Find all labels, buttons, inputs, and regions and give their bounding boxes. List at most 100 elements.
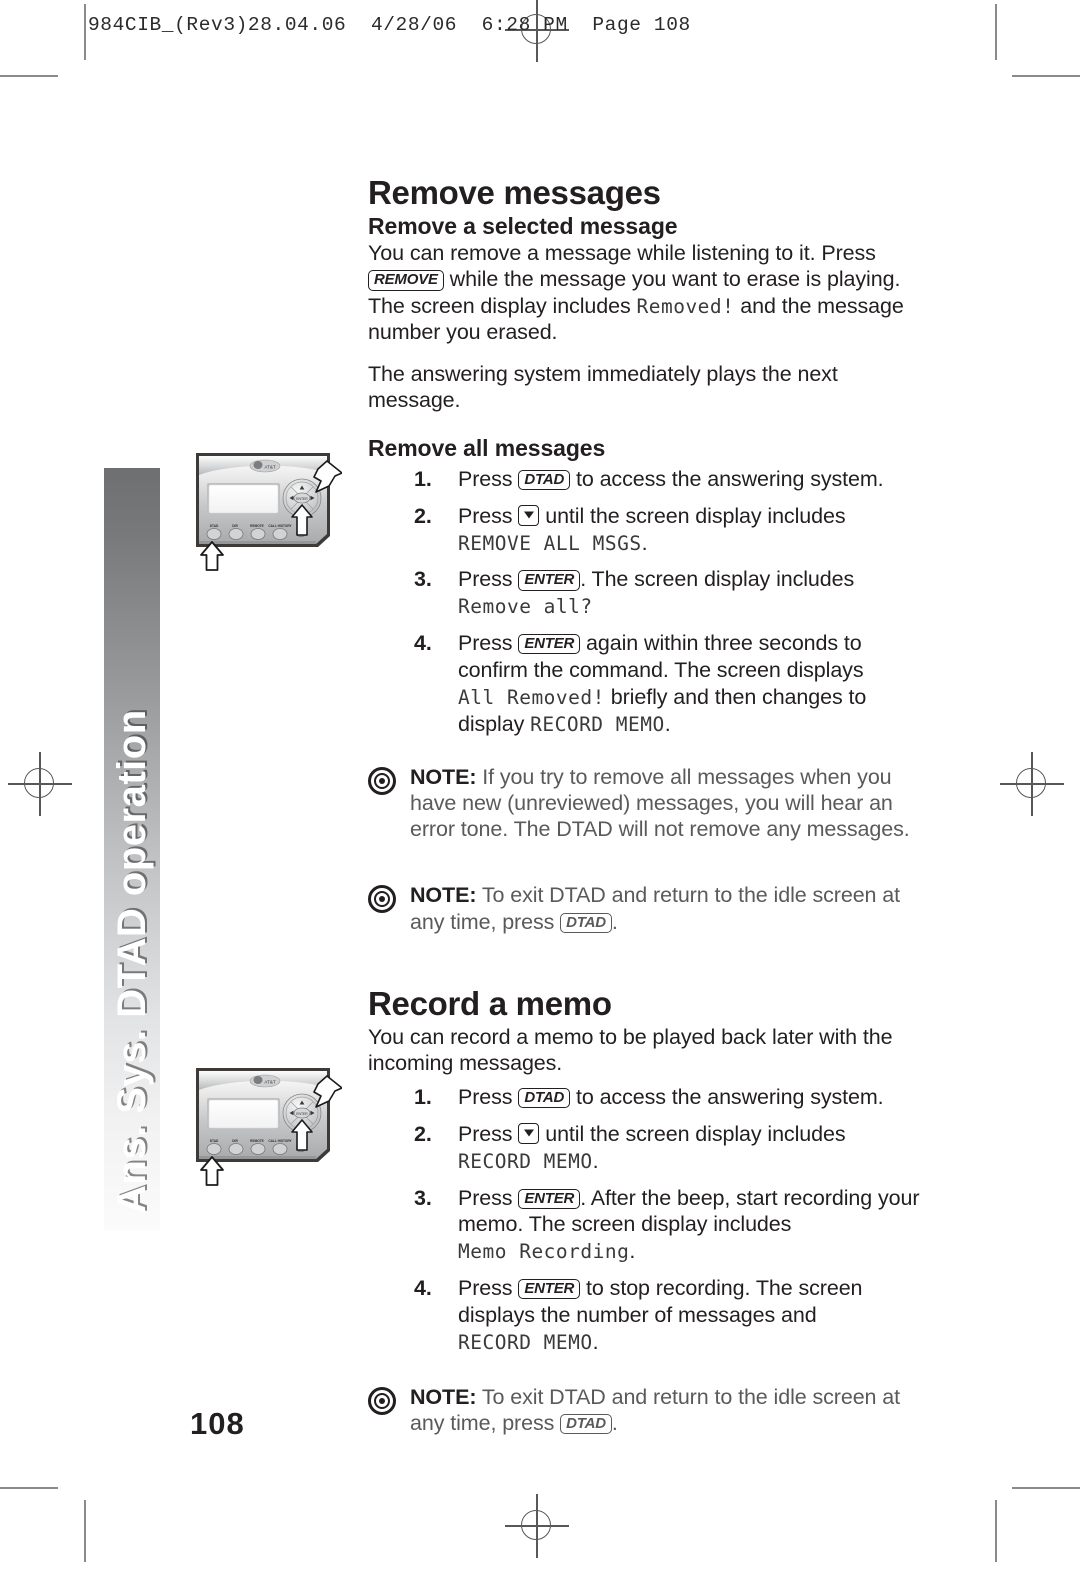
text-fragment: . xyxy=(664,711,671,736)
registration-mark-circle xyxy=(521,1510,551,1540)
key-dtad: DTAD xyxy=(518,1087,571,1109)
key-enter: ENTER xyxy=(518,570,581,591)
registration-mark-right xyxy=(1000,752,1064,816)
list-item: 4. Press ENTER again within three seconds… xyxy=(368,630,920,738)
note-bullseye-icon xyxy=(368,766,396,795)
registration-mark-bottom xyxy=(505,1494,569,1558)
lcd-text-remove-all-prompt: Remove all? xyxy=(458,595,593,619)
note-text: . xyxy=(611,909,618,934)
key-enter: ENTER xyxy=(518,634,581,655)
trim-line-bottom-right-horizontal xyxy=(1012,1487,1080,1489)
text-fragment: Press xyxy=(458,466,519,491)
svg-text:REMOTE: REMOTE xyxy=(250,1139,264,1143)
list-item: 2. Press until the screen display include… xyxy=(368,503,920,557)
registration-mark-circle xyxy=(1016,768,1046,798)
note-bullseye-icon xyxy=(368,885,396,914)
text-fragment: . The screen display includes xyxy=(580,567,855,592)
list-item: 2. Press until the screen display include… xyxy=(368,1121,920,1175)
text-fragment: until the screen display includes xyxy=(539,1121,846,1146)
text-fragment: Press xyxy=(458,1276,519,1301)
paragraph-remove-selected-message: You can remove a message while listening… xyxy=(368,240,920,345)
note-exit-dtad-1: NOTE: To exit DTAD and return to the idl… xyxy=(368,882,920,934)
note-text: If you try to remove all messages when y… xyxy=(410,764,910,842)
list-item: 3. Press ENTER. After the beep, start rec… xyxy=(368,1185,920,1266)
svg-text:CALL HISTORY: CALL HISTORY xyxy=(268,1139,292,1143)
text-fragment: Press xyxy=(458,1185,519,1210)
text-fragment: . xyxy=(592,1329,599,1354)
subsection-title-remove-all-messages: Remove all messages xyxy=(368,435,606,462)
trim-line-top-left-vertical xyxy=(84,4,86,60)
svg-text:REMOTE: REMOTE xyxy=(250,524,264,528)
note-text: To exit DTAD and return to the idle scre… xyxy=(410,1384,901,1436)
text-fragment: Press xyxy=(458,567,519,592)
note-label: NOTE: xyxy=(410,883,477,908)
step-number: 4. xyxy=(414,631,432,656)
registration-mark-left xyxy=(8,752,72,816)
key-down-arrow-icon xyxy=(518,1122,540,1144)
paragraph-record-memo-intro: You can record a memo to be played back … xyxy=(368,1024,893,1075)
step-number: 1. xyxy=(414,1084,432,1109)
key-enter: ENTER xyxy=(518,1279,581,1300)
note-label: NOTE: xyxy=(410,1384,477,1409)
key-dtad: DTAD xyxy=(560,1414,612,1435)
text-fragment: . xyxy=(629,1239,636,1264)
trim-line-top-right-horizontal xyxy=(1012,75,1080,77)
note-text: . xyxy=(611,1411,618,1436)
list-item: 1. Press DTAD to access the answering sys… xyxy=(368,466,920,493)
text-fragment: Press xyxy=(458,631,519,656)
trim-line-bottom-left-horizontal xyxy=(0,1487,58,1489)
list-item: 4. Press ENTER to stop recording. The scr… xyxy=(368,1275,920,1356)
key-dtad: DTAD xyxy=(560,912,612,933)
section-title-record-a-memo: Record a memo xyxy=(368,984,612,1022)
key-dtad: DTAD xyxy=(518,469,571,491)
key-down-arrow-icon xyxy=(518,504,540,526)
page-number: 108 xyxy=(190,1406,245,1441)
note-error-tone: NOTE: If you try to remove all messages … xyxy=(368,764,920,843)
step-number: 3. xyxy=(414,567,432,592)
step-number: 4. xyxy=(414,1276,432,1301)
trim-line-top-right-vertical xyxy=(995,4,997,60)
key-enter: ENTER xyxy=(518,1188,581,1209)
svg-text:AT&T: AT&T xyxy=(264,465,275,470)
svg-text:ENTER: ENTER xyxy=(296,497,308,501)
svg-text:AT&T: AT&T xyxy=(264,1080,275,1085)
note-text: To exit DTAD and return to the idle scre… xyxy=(410,883,901,934)
text-fragment: You can remove a message while listening… xyxy=(368,241,876,266)
sidebar-chapter-tab: Ans. Sys. DTAD operation xyxy=(104,468,160,1230)
lcd-text-removed: Removed! xyxy=(636,294,735,318)
trim-line-bottom-right-vertical xyxy=(995,1500,997,1562)
key-remove: REMOVE xyxy=(368,270,444,291)
text-fragment: . xyxy=(641,530,648,555)
text-fragment: Press xyxy=(458,1121,519,1146)
text-fragment: to access the answering system. xyxy=(570,466,884,491)
registration-mark-circle xyxy=(24,768,54,798)
lcd-text-record-memo: RECORD MEMO xyxy=(458,1149,593,1173)
print-slug: 984CIB_(Rev3)28.04.06 4/28/06 6:28 PM Pa… xyxy=(88,14,691,36)
text-fragment: Press xyxy=(458,1084,519,1109)
lcd-text-record-memo: RECORD MEMO xyxy=(458,1330,593,1354)
text-fragment: . xyxy=(592,1148,599,1173)
svg-text:CALL HISTORY: CALL HISTORY xyxy=(268,524,292,528)
section-title-remove-messages: Remove messages xyxy=(368,174,661,211)
note-exit-dtad-2: NOTE: To exit DTAD and return to the idl… xyxy=(368,1384,920,1436)
step-number: 2. xyxy=(414,503,432,528)
step-number: 3. xyxy=(414,1185,432,1210)
illustration-arrow-dtad-remove-all xyxy=(196,528,240,572)
steps-remove-all-messages: 1. Press DTAD to access the answering sys… xyxy=(368,466,920,738)
note-label: NOTE: xyxy=(410,764,477,789)
list-item: 3. Press ENTER. The screen display includ… xyxy=(368,566,920,620)
paragraph-plays-next-message: The answering system immediately plays t… xyxy=(368,361,838,413)
text-fragment: until the screen display includes xyxy=(539,503,846,528)
note-bullseye-icon xyxy=(368,1386,396,1415)
lcd-text-memo-recording: Memo Recording xyxy=(458,1240,630,1264)
page-content: Remove messages Remove a selected messag… xyxy=(368,174,920,1436)
trim-line-top-left-horizontal xyxy=(0,75,58,77)
sidebar-chapter-tab-label: Ans. Sys. DTAD operation xyxy=(109,709,154,1214)
text-fragment: Press xyxy=(458,503,519,528)
lcd-text-record-memo: RECORD MEMO xyxy=(530,712,665,736)
step-number: 2. xyxy=(414,1121,432,1146)
svg-text:ENTER: ENTER xyxy=(296,1112,308,1116)
illustration-arrow-dtad-record-memo xyxy=(196,1143,240,1187)
step-number: 1. xyxy=(414,466,432,491)
list-item: 1. Press DTAD to access the answering sys… xyxy=(368,1084,920,1111)
